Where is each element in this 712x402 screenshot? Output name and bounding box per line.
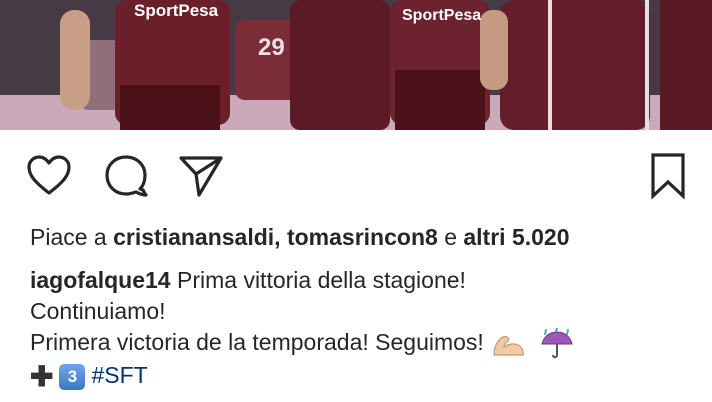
sponsor-right-text: SportPesa [402, 7, 481, 24]
likes-others-link[interactable]: altri 5.020 [463, 224, 569, 250]
likes-joiner: e [444, 224, 457, 250]
caption-line-1: iagofalque14 Prima vittoria della stagio… [30, 265, 700, 296]
caption-text-1: Prima vittoria della stagione! [177, 267, 466, 293]
caption-line-3: Primera victoria de la temporada! Seguim… [30, 327, 700, 360]
liker-link-1[interactable]: cristianansaldi, [113, 224, 280, 250]
jersey-number-text: 29 [258, 34, 285, 61]
sponsor-left-text: SportPesa [134, 1, 219, 20]
caption-line-2: Continuiamo! [30, 298, 166, 324]
keycap-three-icon: 3 [59, 363, 86, 390]
post-action-bar [0, 130, 712, 220]
heart-icon[interactable] [26, 154, 72, 196]
football-players-image: SportPesa SportPesa 29 [0, 0, 712, 130]
likes-summary: Piace a cristianansaldi, tomasrincon8 e … [30, 224, 570, 251]
heavy-plus-icon: ✚ [30, 360, 54, 392]
caption-username-link[interactable]: iagofalque14 [30, 267, 171, 293]
umbrella-rain-icon [541, 327, 573, 359]
send-icon[interactable] [178, 154, 224, 198]
liker-link-2[interactable]: tomasrincon8 [287, 224, 438, 250]
post-photo[interactable]: SportPesa SportPesa 29 [0, 0, 712, 130]
comment-icon[interactable] [103, 154, 149, 198]
caption-text-3: Primera victoria de la temporada! Seguim… [30, 329, 484, 355]
hashtag-link[interactable]: #SFT [91, 362, 147, 388]
flexed-biceps-icon [493, 335, 524, 356]
bookmark-icon[interactable] [650, 152, 686, 200]
likes-prefix: Piace a [30, 224, 107, 250]
caption-line-4: ✚ 3 #SFT [30, 360, 700, 391]
post-caption: iagofalque14 Prima vittoria della stagio… [30, 265, 700, 391]
